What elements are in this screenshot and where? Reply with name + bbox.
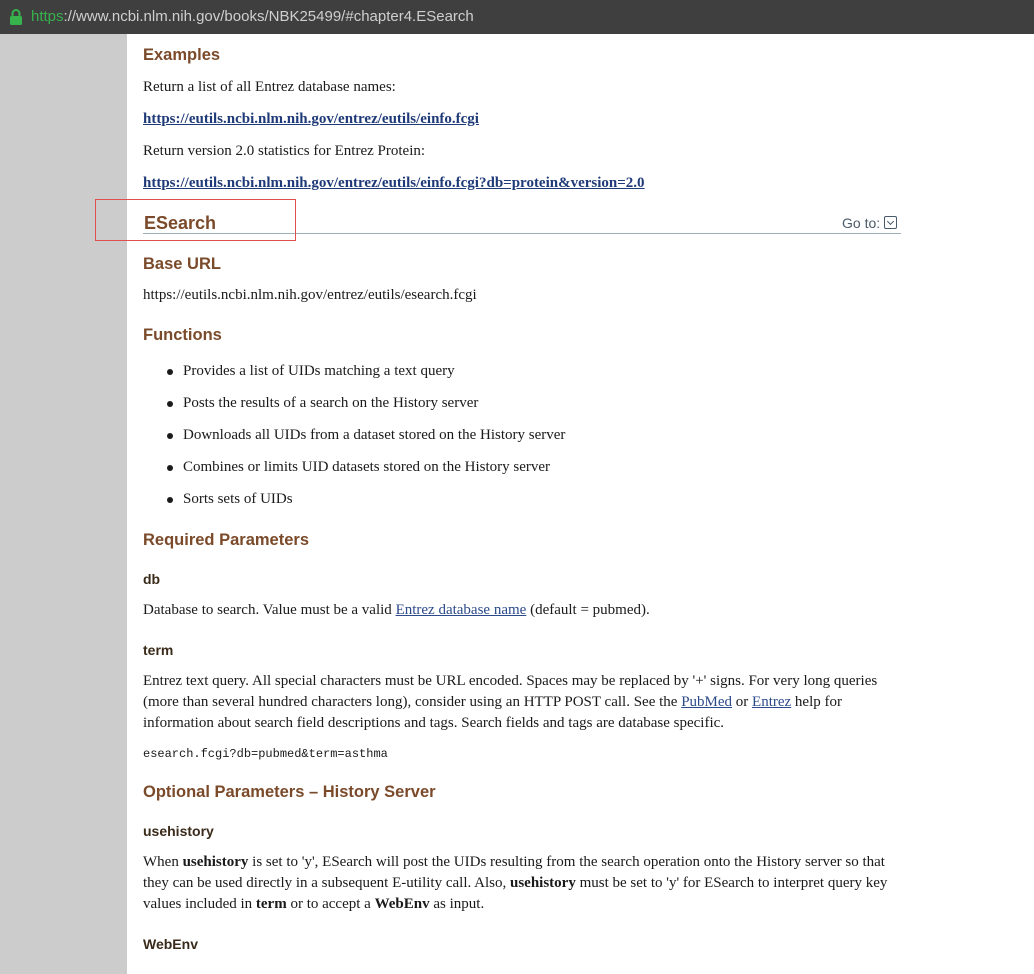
highlight-box <box>95 199 296 241</box>
param-term-label: term <box>143 642 174 658</box>
entrez-help-link[interactable]: Entrez <box>752 694 791 710</box>
param-usehistory-desc: When usehistory is set to 'y', ESearch w… <box>143 852 895 915</box>
goto-label: Go to: <box>842 215 881 231</box>
list-item: Provides a list of UIDs matching a text … <box>143 361 565 393</box>
param-term-desc: Entrez text query. All special character… <box>143 671 895 734</box>
examples-text-1: Return a list of all Entrez database nam… <box>143 79 396 95</box>
optional-params-heading: Optional Parameters – History Server <box>143 783 436 801</box>
url-path: ://www.ncbi.nlm.nih.gov/books/NBK25499/#… <box>63 8 474 25</box>
uh-bold: term <box>255 896 287 912</box>
base-url-heading: Base URL <box>143 255 221 273</box>
param-webenv-label: WebEnv <box>143 936 198 952</box>
functions-heading: Functions <box>143 326 222 344</box>
required-params-heading: Required Parameters <box>143 531 309 549</box>
base-url-value: https://eutils.ncbi.nlm.nih.gov/entrez/e… <box>143 287 477 303</box>
pubmed-help-link[interactable]: PubMed <box>681 694 732 710</box>
functions-list: Provides a list of UIDs matching a text … <box>143 361 565 521</box>
examples-heading: Examples <box>143 46 221 64</box>
uh-text: When <box>143 854 183 870</box>
einfo-protein-link[interactable]: https://eutils.ncbi.nlm.nih.gov/entrez/e… <box>143 175 645 191</box>
uh-bold: usehistory <box>510 875 576 891</box>
examples-text-2: Return version 2.0 statistics for Entrez… <box>143 143 426 159</box>
term-desc-or: or <box>732 694 753 710</box>
url-scheme: https <box>31 8 64 25</box>
uh-bold: WebEnv <box>374 896 430 912</box>
lock-icon <box>10 9 22 25</box>
term-example-code: esearch.fcgi?db=pubmed&term=asthma <box>143 747 388 761</box>
list-item: Sorts sets of UIDs <box>143 489 565 521</box>
list-item: Downloads all UIDs from a dataset stored… <box>143 425 565 457</box>
db-desc-text: Database to search. Value must be a vali… <box>143 602 396 618</box>
address-bar[interactable]: https://www.ncbi.nlm.nih.gov/books/NBK25… <box>0 0 1034 34</box>
param-usehistory-label: usehistory <box>143 823 214 839</box>
page-content: Examples Return a list of all Entrez dat… <box>127 34 1034 974</box>
uh-bold: usehistory <box>182 854 249 870</box>
chevron-down-icon <box>884 216 898 229</box>
list-item: Posts the results of a search on the His… <box>143 393 565 425</box>
param-db-desc: Database to search. Value must be a vali… <box>143 600 650 621</box>
einfo-link[interactable]: https://eutils.ncbi.nlm.nih.gov/entrez/e… <box>143 111 479 127</box>
url-text[interactable]: https://www.ncbi.nlm.nih.gov/books/NBK25… <box>31 0 474 34</box>
goto-menu[interactable]: Go to: <box>842 215 898 231</box>
db-desc-default: (default = pubmed). <box>526 602 650 618</box>
param-db-label: db <box>143 571 161 587</box>
uh-text: as input. <box>429 896 485 912</box>
entrez-database-name-link[interactable]: Entrez database name <box>396 602 527 618</box>
list-item: Combines or limits UID datasets stored o… <box>143 457 565 489</box>
uh-text: or to accept a <box>286 896 375 912</box>
